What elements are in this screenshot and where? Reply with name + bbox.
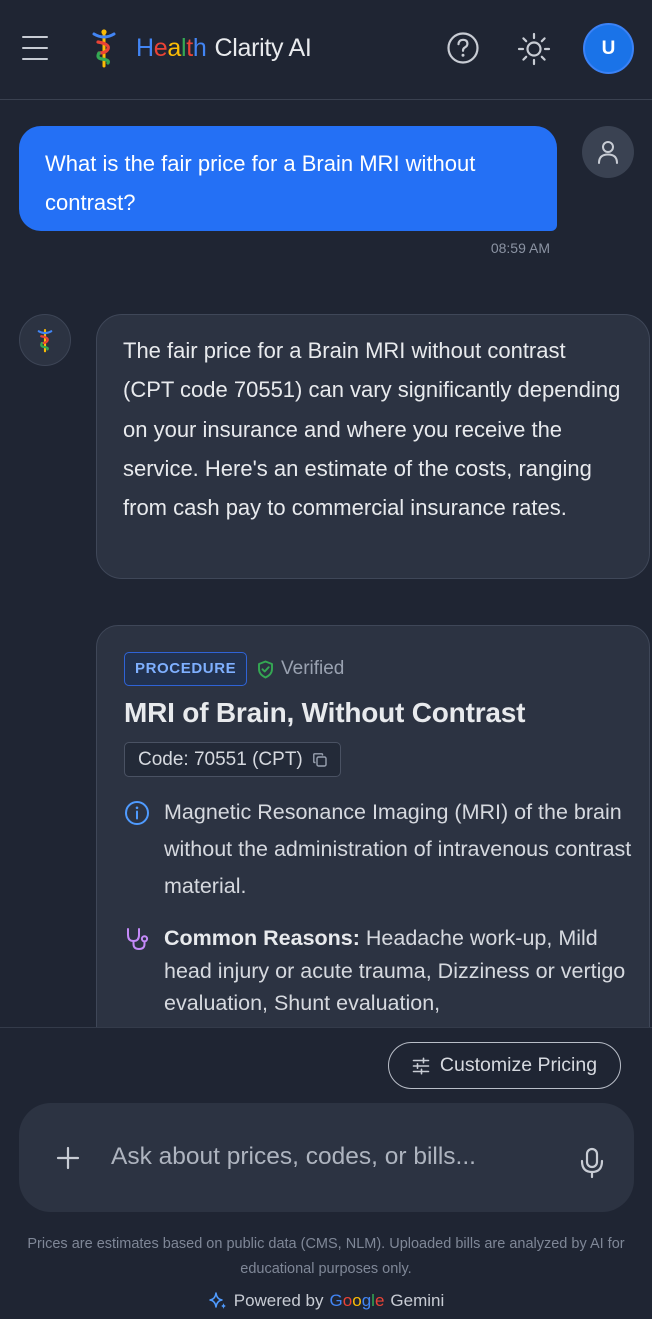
- procedure-description: Magnetic Resonance Imaging (MRI) of the …: [164, 800, 632, 898]
- procedure-description-row: Magnetic Resonance Imaging (MRI) of the …: [124, 794, 634, 905]
- stethoscope-icon: [127, 928, 149, 951]
- app-brand: Health Clarity AI: [136, 34, 312, 62]
- info-icon: [125, 801, 149, 825]
- procedure-code: Code: 70551 (CPT): [138, 748, 303, 770]
- shield-check-icon: [258, 660, 273, 678]
- help-circle-icon[interactable]: [446, 31, 480, 65]
- user-message-bubble: What is the fair price for a Brain MRI w…: [19, 126, 557, 231]
- brand-rest: Clarity AI: [214, 34, 312, 62]
- verified-label: Verified: [281, 658, 345, 679]
- sparkle-icon: [208, 1292, 226, 1309]
- copy-icon[interactable]: [312, 752, 328, 768]
- app-header: Health Clarity AI U: [0, 0, 652, 100]
- procedure-title: MRI of Brain, Without Contrast: [124, 697, 526, 728]
- sun-icon[interactable]: [516, 31, 552, 67]
- person-icon: [582, 126, 634, 178]
- google-wordmark: Google: [329, 1291, 385, 1310]
- gemini-label: Gemini: [390, 1291, 445, 1310]
- chat-input[interactable]: [111, 1133, 551, 1181]
- menu-icon[interactable]: [22, 36, 48, 60]
- plus-icon[interactable]: [55, 1145, 81, 1171]
- message-timestamp: 08:59 AM: [490, 240, 550, 256]
- powered-by: Powered by Google Gemini: [0, 1291, 652, 1311]
- verified-status: Verified: [257, 655, 344, 683]
- user-avatar-button[interactable]: U: [583, 23, 634, 74]
- composer-area: Customize Pricing Prices are estimates b…: [0, 1027, 652, 1319]
- powered-by-label: Powered by: [233, 1291, 324, 1310]
- reasons-label: Common Reasons:: [164, 926, 360, 950]
- chat-composer: [19, 1103, 634, 1212]
- procedure-code-chip[interactable]: Code: 70551 (CPT): [124, 742, 341, 777]
- bot-message-bubble: The fair price for a Brain MRI without c…: [96, 314, 650, 579]
- customize-pricing-label: Customize Pricing: [439, 1054, 598, 1076]
- sliders-icon: [412, 1056, 430, 1075]
- disclaimer-text: Prices are estimates based on public dat…: [27, 1236, 625, 1277]
- logo-icon: [92, 29, 116, 68]
- common-reasons-row: Common Reasons: Headache work-up, Mild h…: [124, 922, 634, 1020]
- procedure-badge: PROCEDURE: [124, 652, 248, 686]
- mic-icon[interactable]: [577, 1147, 607, 1179]
- customize-pricing-button[interactable]: Customize Pricing: [388, 1042, 621, 1089]
- bot-logo-icon: [19, 314, 71, 366]
